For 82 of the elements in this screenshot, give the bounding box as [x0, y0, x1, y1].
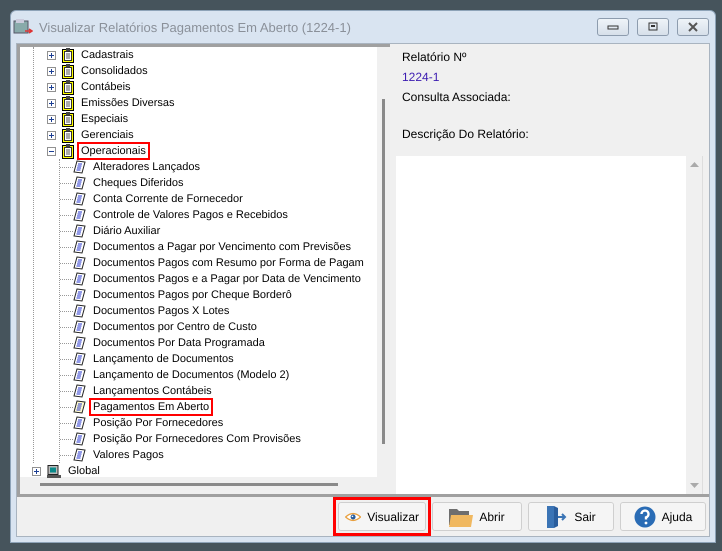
expander-icon[interactable] [47, 114, 56, 124]
door-exit-icon [546, 504, 568, 528]
field-label: Descrição Do Relatório: [401, 126, 530, 143]
view-button[interactable]: Visualizar [338, 502, 426, 531]
tree-item[interactable]: Consolidados [77, 62, 152, 80]
app-icon [13, 18, 33, 36]
maximize-button[interactable] [637, 18, 669, 36]
expander-icon[interactable] [47, 50, 56, 60]
tree-item[interactable]: Cheques Diferidos [89, 174, 188, 192]
field-label: Relatório Nº [401, 49, 468, 66]
tree-item[interactable]: Valores Pagos [89, 446, 168, 464]
scrollbar-thumb[interactable] [382, 99, 384, 444]
report-icon [73, 240, 86, 254]
close-button[interactable] [677, 18, 709, 36]
tree-item[interactable]: Documentos Pagos e a Pagar por Data de Vencimento [89, 270, 365, 288]
report-icon [73, 288, 86, 302]
tree-item[interactable]: Posição Por Fornecedores Com Provisões [89, 430, 305, 448]
computer-icon [47, 464, 61, 478]
open-button[interactable]: Abrir [432, 502, 522, 531]
clipboard-icon [62, 96, 74, 110]
expander-icon[interactable] [47, 98, 56, 108]
tree-item[interactable]: Posição Por Fornecedores [89, 414, 228, 432]
report-icon [73, 384, 86, 398]
clipboard-icon [62, 64, 74, 78]
clipboard-icon [62, 128, 74, 142]
report-icon [73, 416, 86, 430]
report-icon [73, 400, 86, 414]
tree-item[interactable]: Controle de Valores Pagos e Recebidos [89, 206, 292, 224]
tree-item[interactable]: Emissões Diversas [77, 94, 179, 112]
tree-item[interactable]: Documentos por Centro de Custo [89, 318, 261, 336]
tree-item[interactable]: Lançamentos Contábeis [89, 382, 216, 400]
scrollbar-thumb[interactable] [40, 483, 338, 486]
tree-item[interactable]: Lançamento de Documentos [89, 350, 238, 368]
tree-item[interactable]: Documentos Pagos X Lotes [89, 302, 234, 320]
expander-icon[interactable] [47, 66, 56, 76]
restore-icon [647, 22, 659, 32]
close-icon [687, 22, 699, 32]
minimize-icon [607, 24, 619, 30]
report-icon [73, 176, 86, 190]
clipboard-icon [62, 112, 74, 126]
tree-item[interactable]: Documentos Pagos por Cheque Borderô [89, 286, 296, 304]
report-icon [73, 304, 86, 318]
folder-icon [449, 506, 474, 526]
expander-icon[interactable] [32, 466, 41, 476]
tree-item[interactable]: Lançamento de Documentos (Modelo 2) [89, 366, 294, 384]
report-icon [73, 272, 86, 286]
report-icon [73, 256, 86, 270]
field-label: Consulta Associada: [401, 89, 512, 106]
help-button[interactable]: Ajuda [620, 502, 706, 531]
report-number: 1224-1 [401, 69, 440, 86]
report-icon [73, 208, 86, 222]
report-icon [73, 448, 86, 462]
report-icon [73, 352, 86, 366]
tree-item[interactable]: Cadastrais [77, 46, 138, 64]
help-icon [634, 506, 656, 528]
expander-icon[interactable] [47, 146, 56, 156]
report-icon [73, 320, 86, 334]
tree-item[interactable]: Documentos Pagos com Resumo por Forma de Pagam [89, 254, 368, 272]
minimize-button[interactable] [597, 18, 629, 36]
report-icon [73, 160, 86, 174]
tree-item[interactable]: Pagamentos Em Aberto [89, 398, 214, 416]
clipboard-icon [62, 80, 74, 94]
tree-item[interactable]: Global [64, 462, 104, 480]
report-icon [73, 368, 86, 382]
tree-item[interactable]: Operacionais [77, 142, 150, 160]
tree-item[interactable]: Documentos a Pagar por Vencimento com Previsões [89, 238, 356, 256]
tree-item[interactable]: Alteradores Lançados [89, 158, 204, 176]
report-icon [73, 336, 86, 350]
tree-item[interactable]: Especiais [77, 110, 132, 128]
tree-item[interactable]: Documentos Por Data Programada [89, 334, 269, 352]
expander-icon[interactable] [47, 82, 56, 92]
expander-icon[interactable] [47, 130, 56, 140]
tree-item[interactable]: Diário Auxiliar [89, 222, 164, 240]
window-title: Visualizar Relatórios Pagamentos Em Aberto (1224-1) [39, 20, 352, 34]
tree-item[interactable]: Conta Corrente de Fornecedor [89, 190, 247, 208]
exit-button[interactable]: Sair [528, 502, 614, 531]
report-icon [73, 432, 86, 446]
report-icon [73, 224, 86, 238]
clipboard-icon [62, 144, 74, 158]
report-icon [73, 192, 86, 206]
tree-item[interactable]: Contábeis [77, 78, 135, 96]
tree-item[interactable]: Gerenciais [77, 126, 138, 144]
